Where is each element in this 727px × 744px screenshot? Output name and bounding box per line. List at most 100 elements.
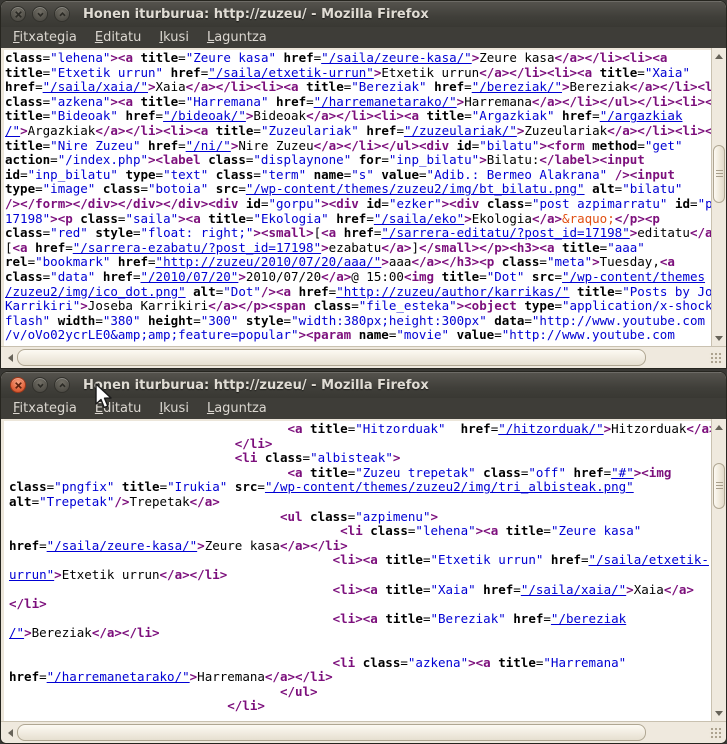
- menu-item-fitxategia[interactable]: Fitxategia: [4, 399, 86, 418]
- resize-grip[interactable]: [709, 726, 723, 740]
- source-line: /zuzeu2/img/ico_dot.png" alt="Dot"/><a h…: [5, 285, 711, 300]
- source-link[interactable]: "/saila/eko": [374, 211, 464, 226]
- source-link[interactable]: "/bereziak/": [472, 79, 562, 94]
- menu-item-laguntza[interactable]: Laguntza: [198, 28, 276, 47]
- source-link[interactable]: "/harremanetarako/": [314, 94, 457, 109]
- source-line: rel="bookmark" href="http://zuzeu/2010/0…: [5, 255, 711, 270]
- source-line: action="/index.php"><label class="displa…: [5, 153, 711, 168]
- content-area: class="lehena"><a title="Zeure kasa" hre…: [1, 48, 726, 346]
- source-link[interactable]: "http://zuzeu/author/karrikas/": [336, 284, 569, 299]
- hscrollbar-thumb[interactable]: [17, 724, 646, 741]
- source-line: /v/oVo02ycrLE0&amp;amp;feature=popular">…: [5, 328, 711, 343]
- source-line: id="inp_bilatu" type="text" class="term"…: [5, 168, 711, 183]
- window-title: Honen iturburua: http://zuzeu/ - Mozilla…: [83, 378, 429, 393]
- source-link[interactable]: "#": [611, 465, 634, 480]
- maximize-button[interactable]: [54, 6, 70, 22]
- source-line: /">Bereziak</a></li>: [9, 626, 711, 641]
- source-link[interactable]: "/bideoak/": [163, 108, 246, 123]
- scrollbar-thumb[interactable]: [713, 463, 725, 509]
- source-link[interactable]: /": [5, 123, 20, 138]
- source-link[interactable]: "/argazkiak: [600, 108, 683, 123]
- menu-item-laguntza[interactable]: Laguntza: [198, 399, 276, 418]
- resize-grip[interactable]: [709, 351, 723, 365]
- source-link[interactable]: /": [9, 625, 24, 640]
- menu-item-fitxategia[interactable]: Fitxategia: [4, 28, 86, 47]
- close-icon: [14, 381, 23, 390]
- source-link[interactable]: "/saila/zeure-kasa/": [47, 538, 198, 553]
- source-line: <ul class="azpimenu">: [9, 510, 711, 525]
- arrow-left-icon: [8, 729, 13, 737]
- source-line: <a title="Hitzorduak" href="/hitzorduak/…: [9, 422, 711, 437]
- source-line: class="pngfix" title="Irukia" src="/wp-c…: [9, 480, 711, 495]
- source-line: [<a href="/sarrera-ezabatu/?post_id=1719…: [5, 241, 711, 256]
- menu-item-editatu[interactable]: Editatu: [86, 28, 150, 47]
- source-link[interactable]: "/bereziak: [551, 611, 626, 626]
- close-button[interactable]: [10, 377, 26, 393]
- maximize-button[interactable]: [54, 377, 70, 393]
- view-source-window-top: Honen iturburua: http://zuzeu/ - Mozilla…: [0, 0, 727, 369]
- close-button[interactable]: [10, 6, 26, 22]
- source-link[interactable]: "/sarrera-ezabatu/?post_id=17198": [73, 240, 321, 255]
- source-link[interactable]: "http://zuzeu/2010/07/20/aaa/": [156, 254, 382, 269]
- window-buttons: [10, 6, 70, 22]
- source-line: <a title="Zuzeu trepetak" class="off" hr…: [9, 466, 711, 481]
- source-line: </li>: [9, 597, 711, 612]
- source-line: Karrikiri">Joseba Karrikiri</a></p><span…: [5, 299, 711, 314]
- source-link[interactable]: "/saila/xaia/": [521, 582, 626, 597]
- source-content[interactable]: class="lehena"><a title="Zeure kasa" hre…: [1, 48, 711, 346]
- source-link[interactable]: "/wp-content/themes/zuzeu2/img/tri_albis…: [265, 479, 634, 494]
- source-link[interactable]: urrun": [9, 567, 54, 582]
- source-line: <li class="azkena"><a title="Harremana": [9, 656, 711, 671]
- source-link[interactable]: "/sarrera-editatu/?post_id=17198": [381, 225, 629, 240]
- source-content[interactable]: <a title="Hitzorduak" href="/hitzorduak/…: [1, 419, 711, 721]
- source-link[interactable]: /zuzeu2/img/ico_dot.png": [5, 284, 186, 299]
- arrow-up-icon: [715, 54, 723, 59]
- source-link[interactable]: "/hitzorduak/": [498, 421, 603, 436]
- source-line: </ul>: [9, 685, 711, 700]
- source-line: <li><a title="Etxetik urrun" href="/sail…: [9, 553, 711, 568]
- minimize-button[interactable]: [32, 6, 48, 22]
- scroll-left-button[interactable]: [4, 351, 16, 364]
- minimize-button[interactable]: [32, 377, 48, 393]
- scroll-down-button[interactable]: [712, 706, 726, 720]
- arrow-down-icon: [715, 711, 723, 716]
- source-link[interactable]: "/2010/07/20": [141, 269, 239, 284]
- source-link[interactable]: "/wp-content/themes: [562, 269, 705, 284]
- source-link[interactable]: "/saila/zeure-kasa/": [321, 50, 472, 65]
- source-link[interactable]: "/wp-content/themes/zuzeu2/img/bt_bilatu…: [246, 181, 585, 196]
- source-link[interactable]: "/saila/etxetik-: [589, 552, 709, 567]
- source-link[interactable]: "/zuzeulariak/": [404, 123, 517, 138]
- source-line: 17198"><p class="saila"><a title="Ekolog…: [5, 212, 711, 227]
- chevron-up-icon: [58, 10, 67, 19]
- scroll-left-button[interactable]: [4, 726, 16, 739]
- source-link[interactable]: "/saila/xaia/": [43, 79, 148, 94]
- mouse-cursor: [92, 382, 116, 410]
- source-line: /">Argazkiak</a></li><li><a title="Zuzeu…: [5, 124, 711, 139]
- source-link[interactable]: "/saila/etxetik-urrun": [208, 65, 374, 80]
- chevron-up-icon: [58, 381, 67, 390]
- source-line: title="Bideoak" href="/bideoak/">Bideoak…: [5, 109, 711, 124]
- vertical-scrollbar[interactable]: [711, 48, 726, 346]
- scroll-down-button[interactable]: [712, 331, 726, 345]
- window-buttons: [10, 377, 70, 393]
- menu-item-ikusi[interactable]: Ikusi: [150, 399, 198, 418]
- chevron-down-icon: [36, 10, 45, 19]
- source-line: </li>: [9, 437, 711, 452]
- titlebar[interactable]: Honen iturburua: http://zuzeu/ - Mozilla…: [1, 1, 726, 27]
- arrow-up-icon: [715, 425, 723, 430]
- horizontal-scrollbar[interactable]: [1, 346, 726, 368]
- menubar: FitxategiaEditatuIkusiLaguntza: [1, 27, 726, 48]
- source-line: /></form></div></div></div><div id="gorp…: [5, 197, 711, 212]
- menu-item-ikusi[interactable]: Ikusi: [150, 28, 198, 47]
- source-link[interactable]: "/harremanetarako/": [47, 669, 190, 684]
- vertical-scrollbar[interactable]: [711, 419, 726, 721]
- scroll-up-button[interactable]: [712, 49, 726, 63]
- horizontal-scrollbar[interactable]: [1, 721, 726, 743]
- source-line: alt="Trepetak"/>Trepetak</a>: [9, 495, 711, 510]
- view-source-window-bottom: Honen iturburua: http://zuzeu/ - Mozilla…: [0, 371, 727, 744]
- source-line: class="azkena"><a title="Harremana" href…: [5, 95, 711, 110]
- scroll-up-button[interactable]: [712, 420, 726, 434]
- scrollbar-thumb[interactable]: [713, 145, 725, 203]
- hscrollbar-thumb[interactable]: [17, 349, 646, 366]
- source-link[interactable]: "/ni/": [186, 138, 231, 153]
